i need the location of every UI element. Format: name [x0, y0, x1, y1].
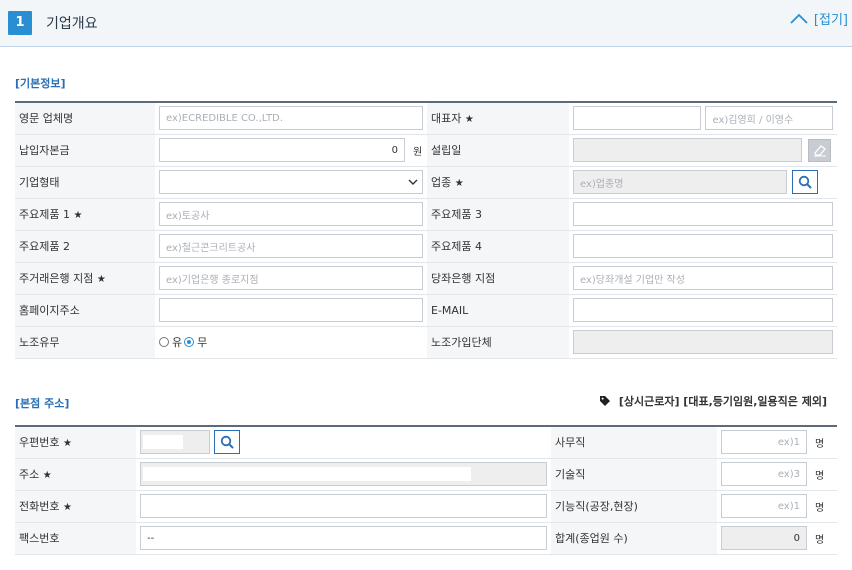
homepage-label: 홈페이지주소: [15, 294, 155, 327]
main-bank-label: 주거래은행 지점 ★: [15, 262, 155, 295]
eraser-icon: [813, 145, 826, 157]
address-label: 주소 ★: [15, 458, 136, 491]
capital-input[interactable]: 0: [159, 138, 405, 162]
phone-label: 전화번호 ★: [15, 490, 136, 523]
email-input[interactable]: [573, 298, 833, 322]
company-type-label: 기업형태: [15, 166, 155, 199]
union-yes-radio[interactable]: 유: [159, 334, 182, 350]
product1-input[interactable]: ex)토공사: [159, 202, 423, 226]
hq-address-table: 우편번호 ★ 사무직 ex)1 명 주소 ★ 기술직 ex)3 명 전화번호 ★…: [15, 425, 837, 555]
zip-label: 우편번호 ★: [15, 425, 136, 459]
tech-staff-label: 기술직: [551, 458, 717, 491]
office-staff-unit: 명: [815, 438, 825, 450]
total-staff-input: 0: [721, 526, 807, 550]
union-label: 노조유무: [15, 326, 155, 359]
ceo-names-input[interactable]: ex)김영희 / 이영수: [705, 106, 833, 131]
search-icon: [220, 436, 234, 449]
search-icon: [798, 175, 812, 189]
eng-name-label: 영문 업체명: [15, 101, 155, 135]
section-title: 기업개요: [46, 16, 98, 32]
section-header: 1 기업개요 [접기]: [0, 0, 852, 47]
account-bank-label: 당좌은행 지점: [427, 262, 569, 295]
skilled-staff-unit: 명: [815, 502, 825, 514]
homepage-input[interactable]: [159, 298, 423, 322]
skilled-staff-input[interactable]: ex)1: [721, 494, 807, 518]
chevron-up-icon: [790, 13, 808, 24]
hq-address-title: [본점 주소]: [15, 397, 70, 410]
fax-label: 팩스번호: [15, 522, 136, 555]
zip-input[interactable]: [140, 430, 210, 455]
union-no-radio[interactable]: 무: [184, 334, 207, 350]
union-org-input[interactable]: [573, 330, 833, 354]
section-number: 1: [8, 11, 32, 35]
capital-label: 납입자본금: [15, 134, 155, 167]
founded-date-input[interactable]: [573, 138, 802, 162]
union-org-label: 노조가입단체: [427, 326, 569, 359]
main-bank-input[interactable]: ex)기업은행 종로지점: [159, 266, 423, 290]
product4-label: 주요제품 4: [427, 230, 569, 263]
tech-staff-input[interactable]: ex)3: [721, 462, 807, 486]
industry-search-button[interactable]: [792, 170, 818, 194]
product4-input[interactable]: [573, 234, 833, 258]
tech-staff-unit: 명: [815, 470, 825, 482]
industry-input[interactable]: ex)업종명: [573, 170, 787, 194]
company-type-select[interactable]: [159, 170, 423, 194]
skilled-staff-label: 기능직(공장,현장): [551, 490, 717, 523]
address-input[interactable]: [140, 462, 547, 486]
zip-search-button[interactable]: [214, 430, 240, 455]
ceo-input[interactable]: [573, 106, 702, 131]
chevron-down-icon: [408, 179, 418, 185]
product3-input[interactable]: [573, 202, 833, 226]
product3-label: 주요제품 3: [427, 198, 569, 231]
industry-label: 업종 ★: [427, 166, 569, 199]
total-staff-label: 합계(종업원 수): [551, 522, 717, 555]
eng-name-input[interactable]: ex)ECREDIBLE CO.,LTD.: [159, 106, 423, 131]
fold-label: [접기]: [813, 13, 848, 28]
basic-info-title: [기본정보]: [15, 77, 66, 90]
basic-info-table: 영문 업체명 ex)ECREDIBLE CO.,LTD. 대표자 ★ ex)김영…: [15, 101, 837, 359]
office-staff-label: 사무직: [551, 425, 717, 459]
phone-input[interactable]: [140, 494, 547, 518]
founded-label: 설립일: [427, 134, 569, 167]
capital-unit: 원: [413, 146, 423, 158]
fax-input[interactable]: --: [140, 526, 547, 550]
tag-icon: [599, 396, 610, 406]
product2-label: 주요제품 2: [15, 230, 155, 263]
total-staff-unit: 명: [815, 534, 825, 546]
fold-button[interactable]: [접기]: [790, 9, 848, 28]
employee-note: [상시근로자] [대표,등기임원,일용직은 제외]: [599, 393, 827, 409]
email-label: E-MAIL: [427, 294, 569, 327]
product1-label: 주요제품 1 ★: [15, 198, 155, 231]
office-staff-input[interactable]: ex)1: [721, 430, 807, 455]
clear-date-button[interactable]: [808, 138, 831, 162]
ceo-label: 대표자 ★: [427, 101, 569, 135]
product2-input[interactable]: ex)철근콘크리트공사: [159, 234, 423, 258]
account-bank-input[interactable]: ex)당좌개설 기업만 작성: [573, 266, 833, 290]
